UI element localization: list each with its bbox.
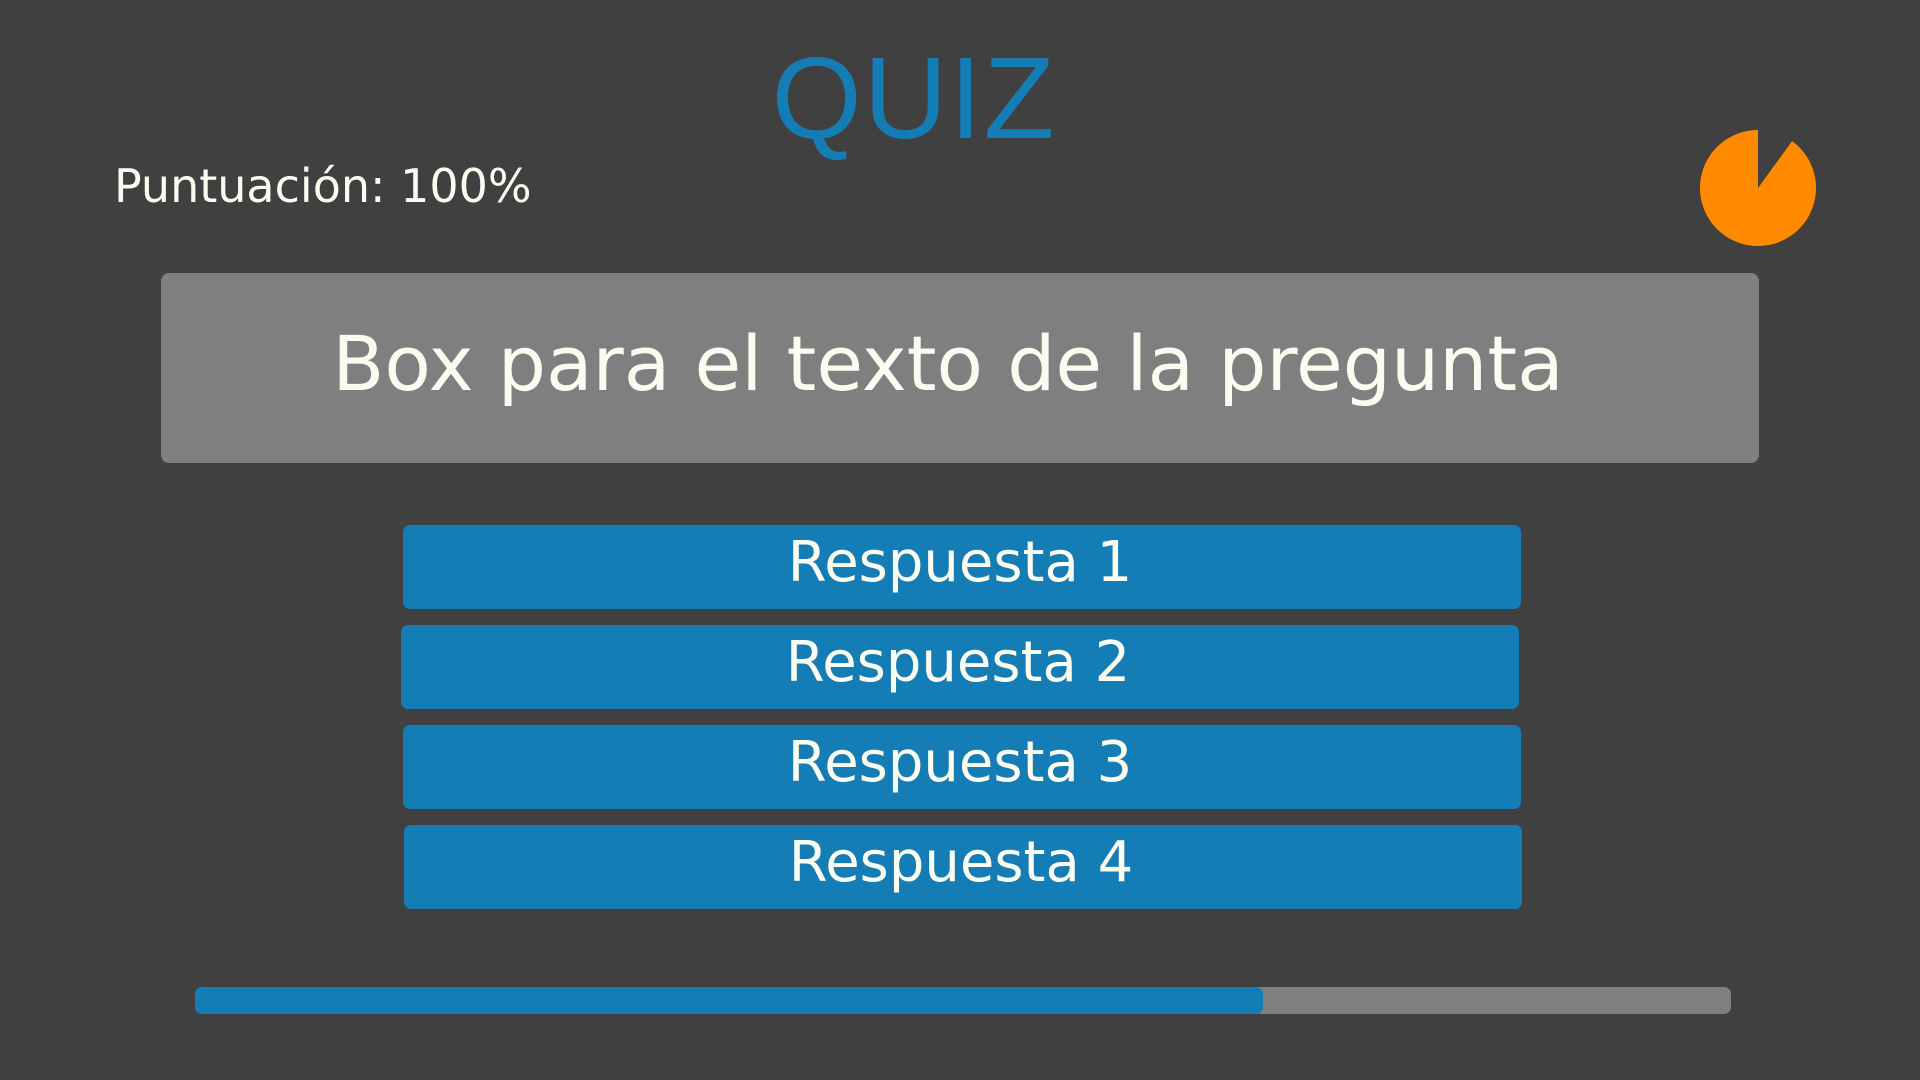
question-text: Box para el texto de la pregunta	[332, 319, 1564, 408]
answer-button-4[interactable]: Respuesta 4	[404, 825, 1522, 909]
timer-pie-slice	[1700, 130, 1816, 246]
progress-bar	[195, 987, 1731, 1014]
question-box: Box para el texto de la pregunta	[161, 273, 1759, 463]
progress-bar-fill	[195, 987, 1263, 1014]
answer-label-3: Respuesta 3	[787, 730, 1133, 795]
answer-button-2[interactable]: Respuesta 2	[401, 625, 1519, 709]
answer-label-2: Respuesta 2	[785, 630, 1131, 695]
pie-timer-icon	[1700, 130, 1816, 246]
answer-button-1[interactable]: Respuesta 1	[403, 525, 1521, 609]
score-label: Puntuación: 100%	[114, 159, 532, 213]
answer-label-1: Respuesta 1	[787, 530, 1133, 595]
answer-button-3[interactable]: Respuesta 3	[403, 725, 1521, 809]
answer-label-4: Respuesta 4	[788, 830, 1134, 895]
quiz-title: QUIZ	[771, 33, 1057, 163]
